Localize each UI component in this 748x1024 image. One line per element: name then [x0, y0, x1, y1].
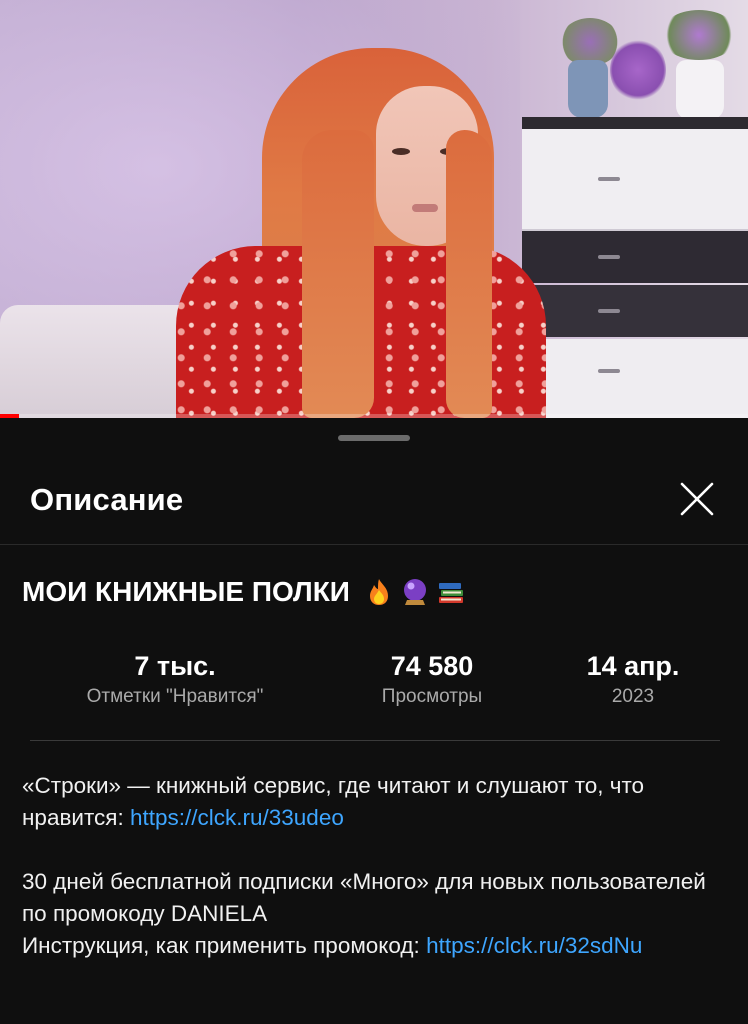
- video-drawer: [522, 339, 748, 418]
- views-stat: 74 580 Просмотры: [352, 650, 512, 710]
- fire-emoji-icon: [369, 579, 388, 605]
- publish-year: 2023: [611, 686, 655, 707]
- sheet-header: Описание: [0, 462, 748, 545]
- description-text-segment: Инструкция, как применить промокод:: [22, 933, 427, 958]
- description-link[interactable]: https://clck.ru/32sdNu: [426, 933, 642, 958]
- views-label: Просмотры: [381, 686, 483, 707]
- video-title-text: МОИ КНИЖНЫЕ ПОЛКИ: [22, 576, 350, 607]
- video-flowers: [610, 38, 666, 102]
- views-count: 74 580: [390, 651, 474, 681]
- divider: [30, 740, 720, 741]
- likes-stat: 7 тыс. Отметки "Нравится": [60, 650, 290, 710]
- video-vase: [568, 60, 608, 118]
- close-button[interactable]: [674, 476, 720, 522]
- description-paragraph: 30 дней бесплатной подписки «Много» для …: [22, 866, 722, 962]
- video-drawer: [522, 129, 748, 231]
- likes-label: Отметки "Нравится": [86, 686, 264, 707]
- description-text-segment: 30 дней бесплатной подписки «Много» для …: [22, 869, 706, 926]
- video-person-hair: [302, 130, 374, 418]
- description-text: «Строки» — книжный сервис, где читают и …: [22, 770, 722, 962]
- sheet-title: Описание: [30, 482, 184, 517]
- video-shelf: [522, 117, 748, 129]
- sheet-drag-handle[interactable]: [338, 435, 410, 441]
- video-stats: 7 тыс. Отметки "Нравится" 74 580 Просмот…: [0, 650, 748, 720]
- description-paragraph: «Строки» — книжный сервис, где читают и …: [22, 770, 722, 834]
- close-icon: [680, 482, 714, 516]
- video-person-hair: [446, 130, 492, 418]
- publish-date: 14 апр.: [586, 651, 680, 681]
- likes-count: 7 тыс.: [134, 651, 216, 681]
- video-drawer: [522, 231, 748, 283]
- video-drawer: [522, 285, 748, 337]
- books-emoji-icon: [438, 583, 463, 603]
- video-vase: [676, 60, 724, 120]
- video-player[interactable]: [0, 0, 748, 418]
- crystal-ball-emoji-icon: [403, 579, 426, 605]
- date-stat: 14 апр. 2023: [560, 650, 706, 710]
- video-title: МОИ КНИЖНЫЕ ПОЛКИ: [22, 576, 466, 608]
- description-sheet: Описание МОИ КНИЖНЫЕ ПОЛКИ 7 тыс. Отметк…: [0, 418, 748, 1024]
- video-flowers: [660, 10, 738, 60]
- description-link[interactable]: https://clck.ru/33udeo: [130, 805, 344, 830]
